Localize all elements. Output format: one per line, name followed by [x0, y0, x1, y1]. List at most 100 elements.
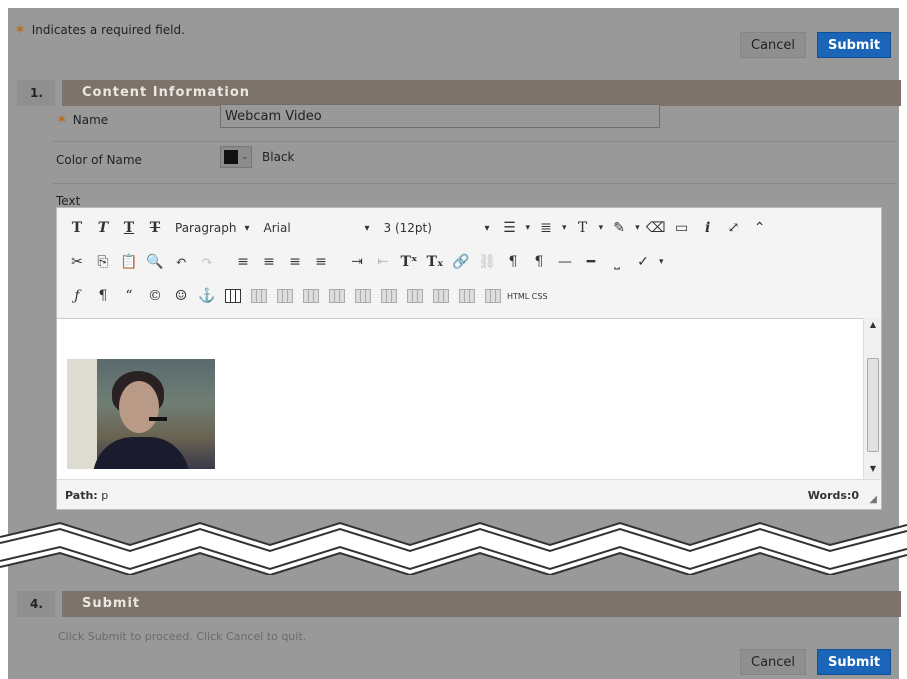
table-row-props-icon[interactable]	[247, 284, 271, 308]
eraser-icon[interactable]: ⌫	[644, 216, 668, 240]
scroll-down-icon[interactable]: ▼	[864, 464, 882, 478]
table-insert-col-before-icon[interactable]	[377, 284, 401, 308]
paragraph-format-select[interactable]: Paragraph ▾	[169, 216, 256, 240]
copyright-icon[interactable]: ©	[143, 284, 167, 308]
path-value[interactable]: p	[101, 489, 108, 502]
scroll-up-icon[interactable]: ▲	[864, 320, 882, 334]
dropdown-caret-icon: ▾	[484, 222, 490, 234]
color-picker: ⌄ Black	[220, 145, 294, 169]
find-icon[interactable]: 🔍	[143, 250, 167, 274]
bold-icon[interactable]: T	[65, 216, 89, 240]
strikethrough-icon[interactable]: T	[143, 216, 167, 240]
highlight-pen-icon[interactable]: ✎	[607, 216, 631, 240]
ltr-icon[interactable]: ¶	[501, 250, 525, 274]
photo-headset-mic	[149, 417, 167, 421]
anchor-icon[interactable]: ⚓	[195, 284, 219, 308]
font-size-value: 3 (12pt)	[383, 221, 432, 235]
blockquote-icon[interactable]: “	[117, 284, 141, 308]
collapse-toolbar-icon[interactable]: ⌃	[748, 216, 772, 240]
math-formula-icon[interactable]: ƒ	[65, 284, 89, 308]
name-input[interactable]	[220, 104, 660, 128]
info-icon[interactable]: i	[696, 216, 720, 240]
required-note-text: Indicates a required field.	[31, 23, 185, 37]
show-blocks-icon[interactable]: ¶	[91, 284, 115, 308]
insert-table-icon[interactable]	[221, 284, 245, 308]
table-insert-row-before-icon[interactable]	[299, 284, 323, 308]
words-value: 0	[851, 489, 859, 502]
underline-icon[interactable]: T	[117, 216, 141, 240]
section-number-1: 1.	[17, 80, 55, 106]
superscript-icon[interactable]: Tˣ	[397, 250, 421, 274]
dropdown-caret-icon: ▾	[562, 223, 567, 233]
redo-icon[interactable]: ↷	[195, 250, 219, 274]
font-size-select[interactable]: 3 (12pt) ▾	[378, 216, 496, 240]
submit-button-bottom[interactable]: Submit	[817, 649, 892, 675]
path-indicator: Path: p	[65, 489, 108, 502]
toolbar-spacer	[335, 250, 343, 274]
table-insert-row-after-icon[interactable]	[325, 284, 349, 308]
html-css-button[interactable]: HTML CSS	[507, 284, 548, 308]
cancel-button-top[interactable]: Cancel	[740, 32, 807, 58]
subscript-icon[interactable]: Tₓ	[423, 250, 447, 274]
dropdown-caret-icon: ▾	[244, 222, 250, 234]
chevron-down-icon: ⌄	[241, 152, 249, 162]
copy-icon[interactable]: ⎘	[91, 250, 115, 274]
scrollbar-thumb[interactable]	[867, 358, 879, 452]
nonbreaking-space-icon[interactable]: ⎵	[605, 250, 629, 274]
align-right-icon[interactable]: ≡	[283, 250, 307, 274]
table-delete-row-icon[interactable]	[351, 284, 375, 308]
toolbar-row-2: ✂ ⎘ 📋 🔍 ↶ ↷ ≡ ≡ ≡ ≡ ⇥ ⇤ Tˣ Tₓ 🔗 ⛓ ¶ ¶ — …	[65, 248, 875, 276]
cut-icon[interactable]: ✂	[65, 250, 89, 274]
align-left-icon[interactable]: ≡	[231, 250, 255, 274]
table-cell-props-icon[interactable]	[273, 284, 297, 308]
table-split-cells-icon[interactable]	[455, 284, 479, 308]
editor-scrollbar[interactable]: ▲ ▼	[863, 318, 881, 480]
italic-icon[interactable]: T	[91, 216, 115, 240]
cancel-button-bottom[interactable]: Cancel	[740, 649, 807, 675]
numbered-list-icon[interactable]: ≣	[534, 216, 558, 240]
table-delete-col-icon[interactable]	[429, 284, 453, 308]
dropdown-caret-icon: ▾	[635, 223, 640, 233]
table-merge-cells-icon[interactable]	[481, 284, 505, 308]
resize-handle-icon[interactable]: ◢	[869, 494, 877, 505]
divider	[52, 141, 897, 142]
emoticon-icon[interactable]: ☺	[169, 284, 193, 308]
word-count: Words:0	[808, 489, 859, 502]
horizontal-rule-icon[interactable]: —	[553, 250, 577, 274]
divider	[52, 183, 897, 184]
required-star-icon: ✶	[56, 112, 68, 128]
section-number-4: 4.	[17, 591, 55, 617]
table-insert-col-after-icon[interactable]	[403, 284, 427, 308]
paste-icon[interactable]: 📋	[117, 250, 141, 274]
indent-icon[interactable]: ⇥	[345, 250, 369, 274]
font-family-select[interactable]: Arial ▾	[258, 216, 376, 240]
photo-body	[93, 437, 189, 469]
toolbar-row-1: T T T T Paragraph ▾ Arial ▾ 3 (12pt) ▾ ☰ ▾ ≣…	[65, 214, 875, 242]
required-note: ✶ Indicates a required field.	[14, 22, 185, 38]
paragraph-format-value: Paragraph	[175, 221, 237, 235]
color-swatch	[224, 150, 238, 164]
bullet-list-icon[interactable]: ☰	[498, 216, 522, 240]
color-swatch-button[interactable]: ⌄	[220, 146, 252, 168]
align-justify-icon[interactable]: ≡	[309, 250, 333, 274]
toolbar-row-3: ƒ ¶ “ © ☺ ⚓ HTML CSS	[65, 282, 875, 310]
spellcheck-icon[interactable]: ✓	[631, 250, 655, 274]
submit-button-top[interactable]: Submit	[817, 32, 892, 58]
undo-icon[interactable]: ↶	[169, 250, 193, 274]
toolbar-spacer	[221, 250, 229, 274]
editor-content-area[interactable]	[57, 318, 865, 480]
fullscreen-icon[interactable]: ⤢	[722, 216, 746, 240]
font-family-value: Arial	[263, 221, 291, 235]
text-color-icon[interactable]: T	[571, 216, 595, 240]
words-label: Words:	[807, 489, 852, 502]
rtl-icon[interactable]: ¶	[527, 250, 551, 274]
submit-instructions: Click Submit to proceed. Click Cancel to…	[58, 630, 307, 643]
unlink-icon[interactable]: ⛓	[475, 250, 499, 274]
webcam-video-image[interactable]	[67, 359, 215, 469]
align-center-icon[interactable]: ≡	[257, 250, 281, 274]
link-icon[interactable]: 🔗	[449, 250, 473, 274]
thick-rule-icon[interactable]: ━	[579, 250, 603, 274]
text-label: Text	[56, 194, 81, 208]
outdent-icon[interactable]: ⇤	[371, 250, 395, 274]
preview-monitor-icon[interactable]: ▭	[670, 216, 694, 240]
